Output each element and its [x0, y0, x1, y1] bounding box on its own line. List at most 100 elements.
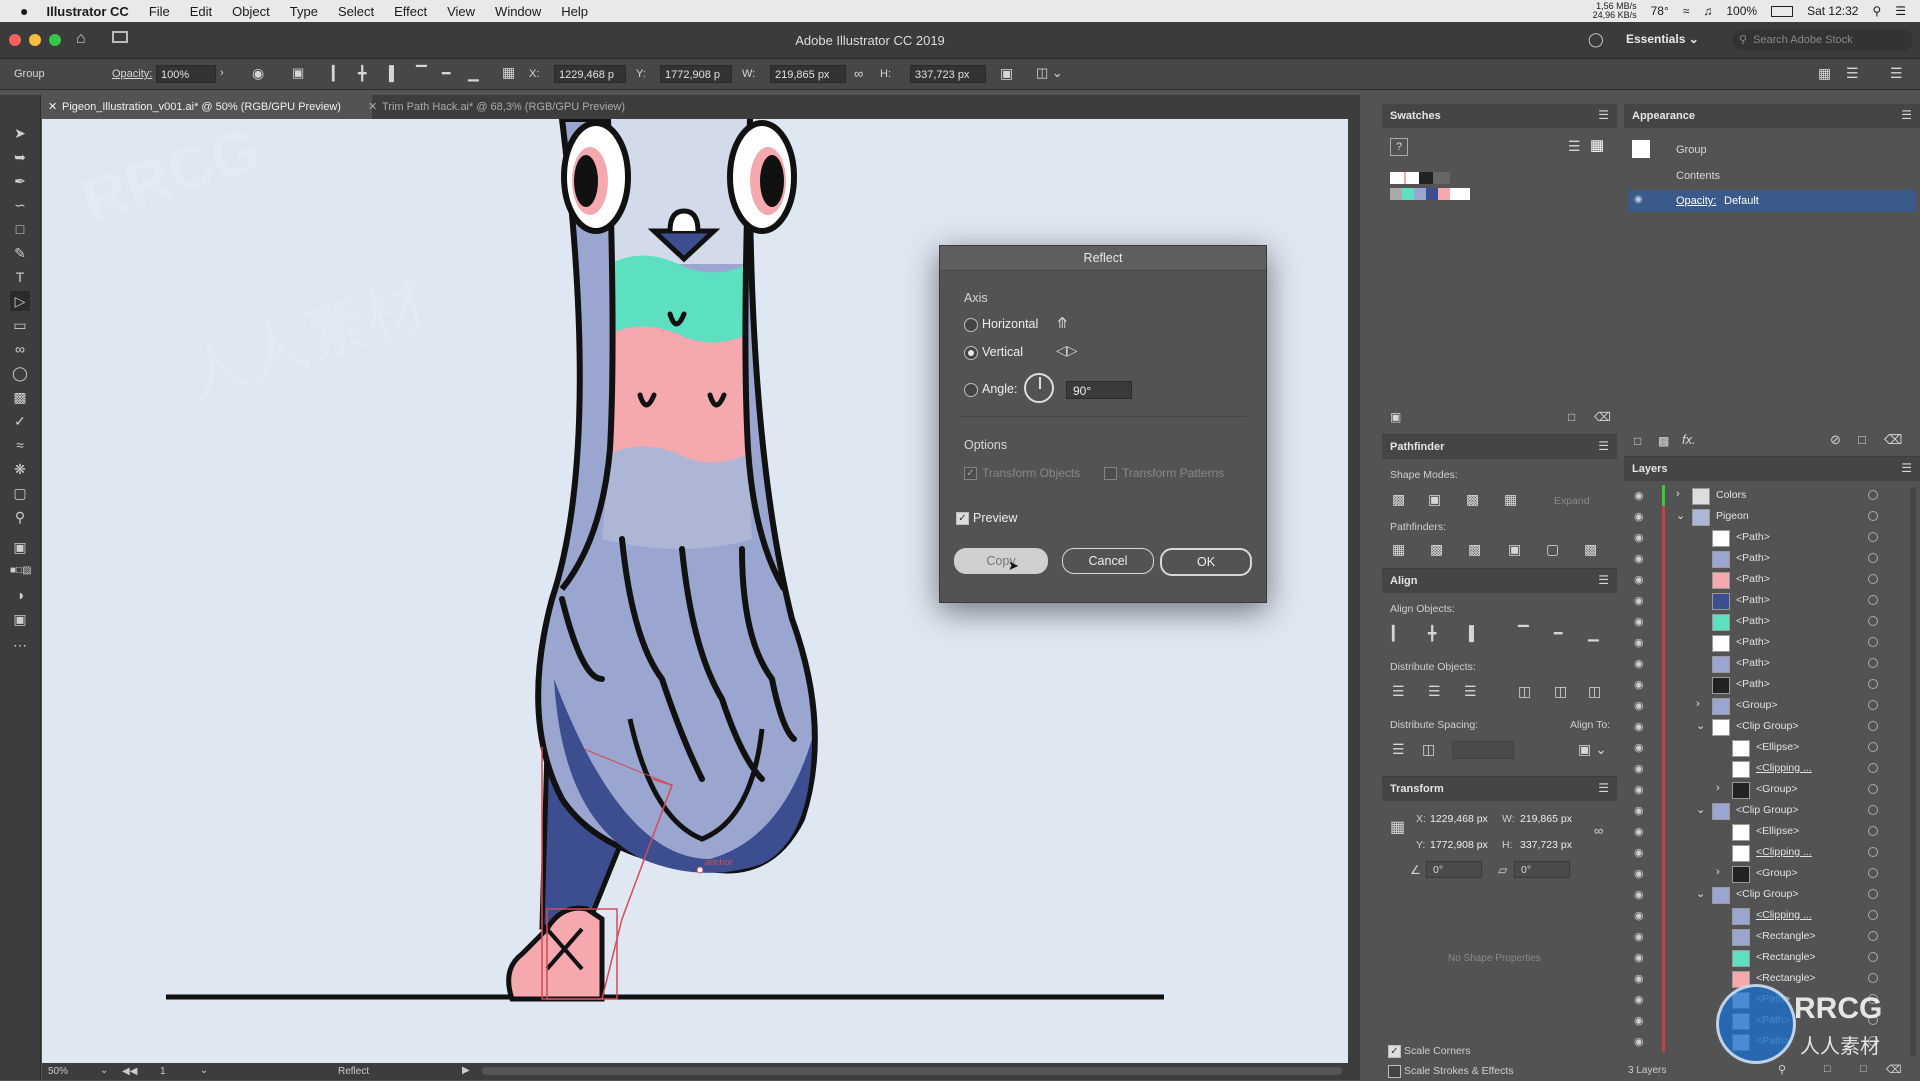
v-align-top-icon[interactable]: ▔	[1518, 625, 1529, 642]
outline-icon[interactable]: ▢	[1546, 541, 1559, 558]
notification-center-icon[interactable]: ☰	[1895, 4, 1906, 18]
expand-arrow-icon[interactable]: ⌄	[1696, 803, 1705, 816]
layer-row[interactable]: ◉ <Path>	[1624, 653, 1894, 674]
battery-percent[interactable]: 100%	[1726, 4, 1757, 18]
minus-front-icon[interactable]: ▣	[1428, 491, 1441, 508]
target-circle-icon[interactable]	[1868, 742, 1878, 752]
control-bar-menu-icon[interactable]: ☰	[1890, 65, 1903, 82]
layer-name[interactable]: <Clipping ...	[1756, 846, 1812, 858]
visibility-eye-icon[interactable]: ◉	[1634, 594, 1644, 607]
add-fill-icon[interactable]: ▩	[1658, 434, 1669, 448]
layer-name[interactable]: <Path>	[1736, 615, 1770, 627]
target-circle-icon[interactable]	[1868, 700, 1878, 710]
lightbulb-icon[interactable]: ◯	[1588, 31, 1604, 48]
h-field[interactable]: 337,723 px	[910, 65, 986, 83]
layer-row[interactable]: ◉ <Path>	[1624, 674, 1894, 695]
drawing-mode-icon[interactable]: ◑	[10, 585, 30, 605]
visibility-eye-icon[interactable]: ◉	[1634, 951, 1644, 964]
menu-file[interactable]: File	[149, 4, 170, 19]
menu-help[interactable]: Help	[561, 4, 588, 19]
delete-swatch-icon[interactable]: ⌫	[1594, 410, 1611, 424]
ok-button[interactable]: OK	[1160, 548, 1252, 576]
layer-name[interactable]: <Rectangle>	[1756, 972, 1816, 984]
layer-name[interactable]: <Path>	[1736, 636, 1770, 648]
artboard-number[interactable]: 1	[160, 1066, 166, 1077]
constrain-link-icon[interactable]: ∞	[854, 66, 863, 81]
w-field[interactable]: 219,865 px	[1520, 813, 1572, 825]
spacing-vertical-icon[interactable]: ☰	[1392, 741, 1405, 758]
shape-builder-tool-icon[interactable]: ◯	[10, 363, 30, 383]
angle-radio[interactable]	[964, 383, 978, 397]
constrain-link-icon[interactable]: ∞	[1594, 823, 1603, 838]
clock[interactable]: Sat 12:32	[1807, 4, 1858, 18]
angle-label[interactable]: Angle:	[982, 382, 1017, 396]
layers-title[interactable]: Layers	[1624, 457, 1920, 481]
target-circle-icon[interactable]	[1868, 889, 1878, 899]
target-circle-icon[interactable]	[1868, 973, 1878, 983]
cancel-button[interactable]: Cancel	[1062, 548, 1154, 574]
preview-label[interactable]: Preview	[973, 511, 1017, 525]
horizontal-label[interactable]: Horizontal	[982, 317, 1038, 331]
horizontal-radio[interactable]	[964, 318, 978, 332]
swatch-row[interactable]	[1390, 172, 1450, 184]
layer-name[interactable]: <Clipping ...	[1756, 909, 1812, 921]
swatch-library-icon[interactable]: ▣	[1390, 410, 1401, 424]
visibility-eye-icon[interactable]: ◉	[1634, 783, 1644, 796]
layer-row[interactable]: ◉ › Colors	[1624, 485, 1894, 506]
angle-dial[interactable]	[1024, 373, 1054, 403]
expand-arrow-icon[interactable]: ⌄	[1696, 719, 1705, 732]
recolor-icon[interactable]: ◉	[252, 65, 264, 82]
menu-type[interactable]: Type	[290, 4, 318, 19]
x-field[interactable]: 1229,468 px	[1430, 813, 1488, 825]
vertical-label[interactable]: Vertical	[982, 345, 1023, 359]
layer-name[interactable]: Colors	[1716, 489, 1746, 501]
visibility-eye-icon[interactable]: ◉	[1634, 194, 1643, 205]
align-to-dropdown-icon[interactable]: ▣ ⌄	[1578, 741, 1607, 758]
selection-tool-icon[interactable]: ➤	[10, 123, 30, 143]
delete-item-icon[interactable]: ⌫	[1884, 432, 1902, 448]
layer-name[interactable]: <Path>	[1736, 657, 1770, 669]
menu-object[interactable]: Object	[232, 4, 270, 19]
visibility-eye-icon[interactable]: ◉	[1634, 930, 1644, 943]
expand-arrow-icon[interactable]: ›	[1696, 698, 1700, 710]
target-circle-icon[interactable]	[1868, 658, 1878, 668]
layer-row[interactable]: ◉ ⌄ <Clip Group>	[1624, 800, 1894, 821]
panel-menu-icon[interactable]: ☰	[1901, 461, 1912, 475]
opacity-arrow-icon[interactable]: ›	[220, 67, 224, 79]
fill-stroke-icon[interactable]: ▣	[10, 537, 30, 557]
visibility-eye-icon[interactable]: ◉	[1634, 846, 1644, 859]
screen-mode-icon[interactable]: ▣	[10, 609, 30, 629]
canvas-vertical-scrollbar[interactable]	[1348, 119, 1360, 1063]
target-circle-icon[interactable]	[1868, 763, 1878, 773]
layer-name[interactable]: <Ellipse>	[1756, 825, 1799, 837]
layer-row[interactable]: ◉ <Path>	[1624, 590, 1894, 611]
y-field[interactable]: 1772,908 p	[660, 65, 732, 83]
target-circle-icon[interactable]	[1868, 679, 1878, 689]
layer-row[interactable]: ◉ <Rectangle>	[1624, 947, 1894, 968]
apple-menu-icon[interactable]: ●	[20, 3, 28, 19]
spotlight-icon[interactable]: ⚲	[1872, 4, 1881, 18]
layer-row[interactable]: ◉ <Ellipse>	[1624, 821, 1894, 842]
layers-search-icon[interactable]: ⚲	[1778, 1063, 1786, 1076]
visibility-eye-icon[interactable]: ◉	[1634, 678, 1644, 691]
opacity-field[interactable]: 100%	[156, 65, 216, 83]
target-circle-icon[interactable]	[1868, 826, 1878, 836]
layer-row[interactable]: ◉ <Path>	[1624, 632, 1894, 653]
expand-button[interactable]: Expand	[1554, 495, 1590, 507]
target-circle-icon[interactable]	[1868, 805, 1878, 815]
align-title[interactable]: Align	[1382, 569, 1617, 593]
target-circle-icon[interactable]	[1868, 595, 1878, 605]
target-circle-icon[interactable]	[1868, 574, 1878, 584]
add-stroke-icon[interactable]: □	[1634, 434, 1641, 448]
rectangle-tool-icon[interactable]: □	[10, 219, 30, 239]
layer-row[interactable]: ◉ <Clipping ...	[1624, 758, 1894, 779]
pathfinder-title[interactable]: Pathfinder	[1382, 435, 1617, 459]
layer-name[interactable]: <Clip Group>	[1736, 720, 1798, 732]
tab-trim-path-hack[interactable]: ✕ Trim Path Hack.ai* @ 68,3% (RGB/GPU Pr…	[362, 95, 682, 119]
menu-view[interactable]: View	[447, 4, 475, 19]
panel-menu-icon[interactable]: ☰	[1598, 439, 1609, 453]
target-circle-icon[interactable]	[1868, 931, 1878, 941]
copy-button[interactable]: Copy	[954, 548, 1048, 574]
new-sublayer-icon[interactable]: □	[1824, 1063, 1831, 1075]
opacity-label[interactable]: Opacity:	[112, 68, 152, 80]
